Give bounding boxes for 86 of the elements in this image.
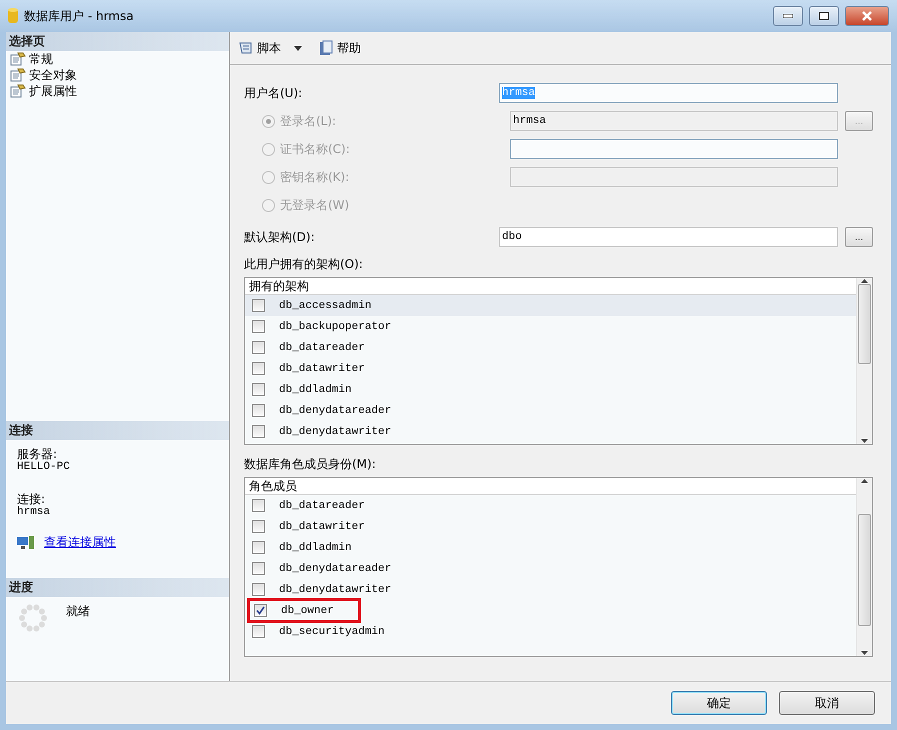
user-type-field[interactable] — [510, 139, 838, 159]
checkbox[interactable] — [252, 299, 265, 312]
role-name: db_datawriter — [279, 520, 365, 532]
checkbox[interactable] — [252, 404, 265, 417]
spinner-icon — [18, 603, 48, 633]
minimize-button[interactable] — [773, 6, 803, 26]
schema-row[interactable]: db_datawriter — [245, 358, 856, 379]
user-type-label: 密钥名称(K): — [280, 168, 350, 186]
schema-row[interactable]: db_accessadmin — [245, 295, 856, 316]
database-icon — [8, 8, 18, 24]
connection-value: hrmsa — [17, 506, 52, 518]
checkbox[interactable] — [252, 383, 265, 396]
help-book-icon — [318, 40, 334, 56]
page-item[interactable]: 安全对象 — [29, 66, 77, 84]
checkbox[interactable] — [252, 341, 265, 354]
owned-schemas-label: 此用户拥有的架构(O): — [244, 256, 364, 272]
user-type-label: 无登录名(W) — [280, 196, 350, 214]
computer-icon — [17, 536, 34, 550]
scroll-down-icon[interactable] — [860, 650, 869, 656]
page-item[interactable]: 扩展属性 — [29, 82, 77, 100]
page-icon — [10, 52, 26, 66]
default-schema-label: 默认架构(D): — [244, 228, 316, 246]
checkbox[interactable] — [252, 583, 265, 596]
checkbox[interactable] — [252, 562, 265, 575]
column-header: 拥有的架构 — [245, 278, 856, 295]
default-schema-field[interactable]: dbo — [499, 227, 838, 247]
caret-icon — [294, 46, 302, 50]
user-name-label: 用户名(U): — [244, 84, 304, 102]
role-name: db_ddladmin — [279, 542, 352, 554]
connection-label: 连接: — [17, 493, 46, 506]
close-button[interactable] — [845, 6, 889, 26]
schema-name: db_datareader — [279, 342, 365, 354]
role-name: db_securityadmin — [279, 626, 385, 638]
schema-name: db_denydatawriter — [279, 426, 392, 438]
scroll-down-icon[interactable] — [860, 438, 869, 444]
checkbox[interactable] — [252, 362, 265, 375]
section-header: 进度 — [6, 578, 229, 597]
user-type-label: 登录名(L): — [280, 112, 338, 130]
scrollbar[interactable] — [856, 478, 872, 656]
checkbox[interactable] — [252, 320, 265, 333]
schema-name: db_datawriter — [279, 362, 365, 374]
page-icon — [10, 68, 26, 82]
scroll-up-icon[interactable] — [860, 478, 869, 484]
schema-name: db_denydatareader — [279, 404, 392, 416]
scrollbar[interactable] — [856, 278, 872, 444]
ok-button[interactable]: 确定 — [671, 691, 767, 715]
cancel-button[interactable]: 取消 — [779, 691, 875, 715]
maximize-button[interactable] — [809, 6, 839, 26]
browse-button[interactable]: ... — [845, 227, 873, 247]
checkbox[interactable] — [252, 499, 265, 512]
scroll-icon — [238, 40, 254, 56]
server-label: 服务器: — [17, 448, 58, 461]
role-name: db_denydatareader — [279, 562, 392, 574]
checkbox[interactable] — [252, 520, 265, 533]
section-header: 选择页 — [6, 32, 229, 51]
column-header: 角色成员 — [245, 478, 856, 495]
page-icon — [10, 84, 26, 98]
schema-row[interactable]: db_denydatareader — [245, 400, 856, 421]
role-name: db_owner — [281, 604, 334, 616]
script-dropdown[interactable]: 脚本 — [236, 38, 304, 58]
role-name: db_datareader — [279, 500, 365, 512]
help-button[interactable]: 帮助 — [316, 38, 363, 58]
window-title: 数据库用户 - hrmsa — [24, 8, 135, 24]
checkbox[interactable] — [252, 425, 265, 438]
section-header: 连接 — [6, 421, 229, 440]
minimize-icon — [783, 14, 793, 18]
progress-status: 就绪 — [66, 603, 90, 620]
schema-row[interactable]: db_datareader — [245, 337, 856, 358]
checkbox[interactable] — [254, 604, 267, 617]
page-item[interactable]: 常规 — [29, 50, 53, 68]
role-name: db_denydatawriter — [279, 584, 392, 596]
checkbox[interactable] — [252, 541, 265, 554]
user-type-field[interactable] — [510, 167, 838, 187]
user-type-label: 证书名称(C): — [280, 140, 351, 158]
schema-name: db_ddladmin — [279, 384, 352, 396]
role-members-label: 数据库角色成员身份(M): — [244, 456, 377, 472]
maximize-icon — [819, 12, 829, 20]
schema-name: db_accessadmin — [279, 300, 372, 312]
schema-row[interactable]: db_ddladmin — [245, 379, 856, 400]
checkbox[interactable] — [252, 625, 265, 638]
server-value: HELLO-PC — [17, 461, 71, 473]
schema-name: db_backupoperator — [279, 320, 392, 332]
schema-row[interactable]: db_backupoperator — [245, 316, 856, 337]
close-icon — [861, 11, 873, 21]
connection-properties-link[interactable]: 查看连接属性 — [44, 534, 116, 551]
schema-row[interactable]: db_denydatawriter — [245, 421, 856, 442]
